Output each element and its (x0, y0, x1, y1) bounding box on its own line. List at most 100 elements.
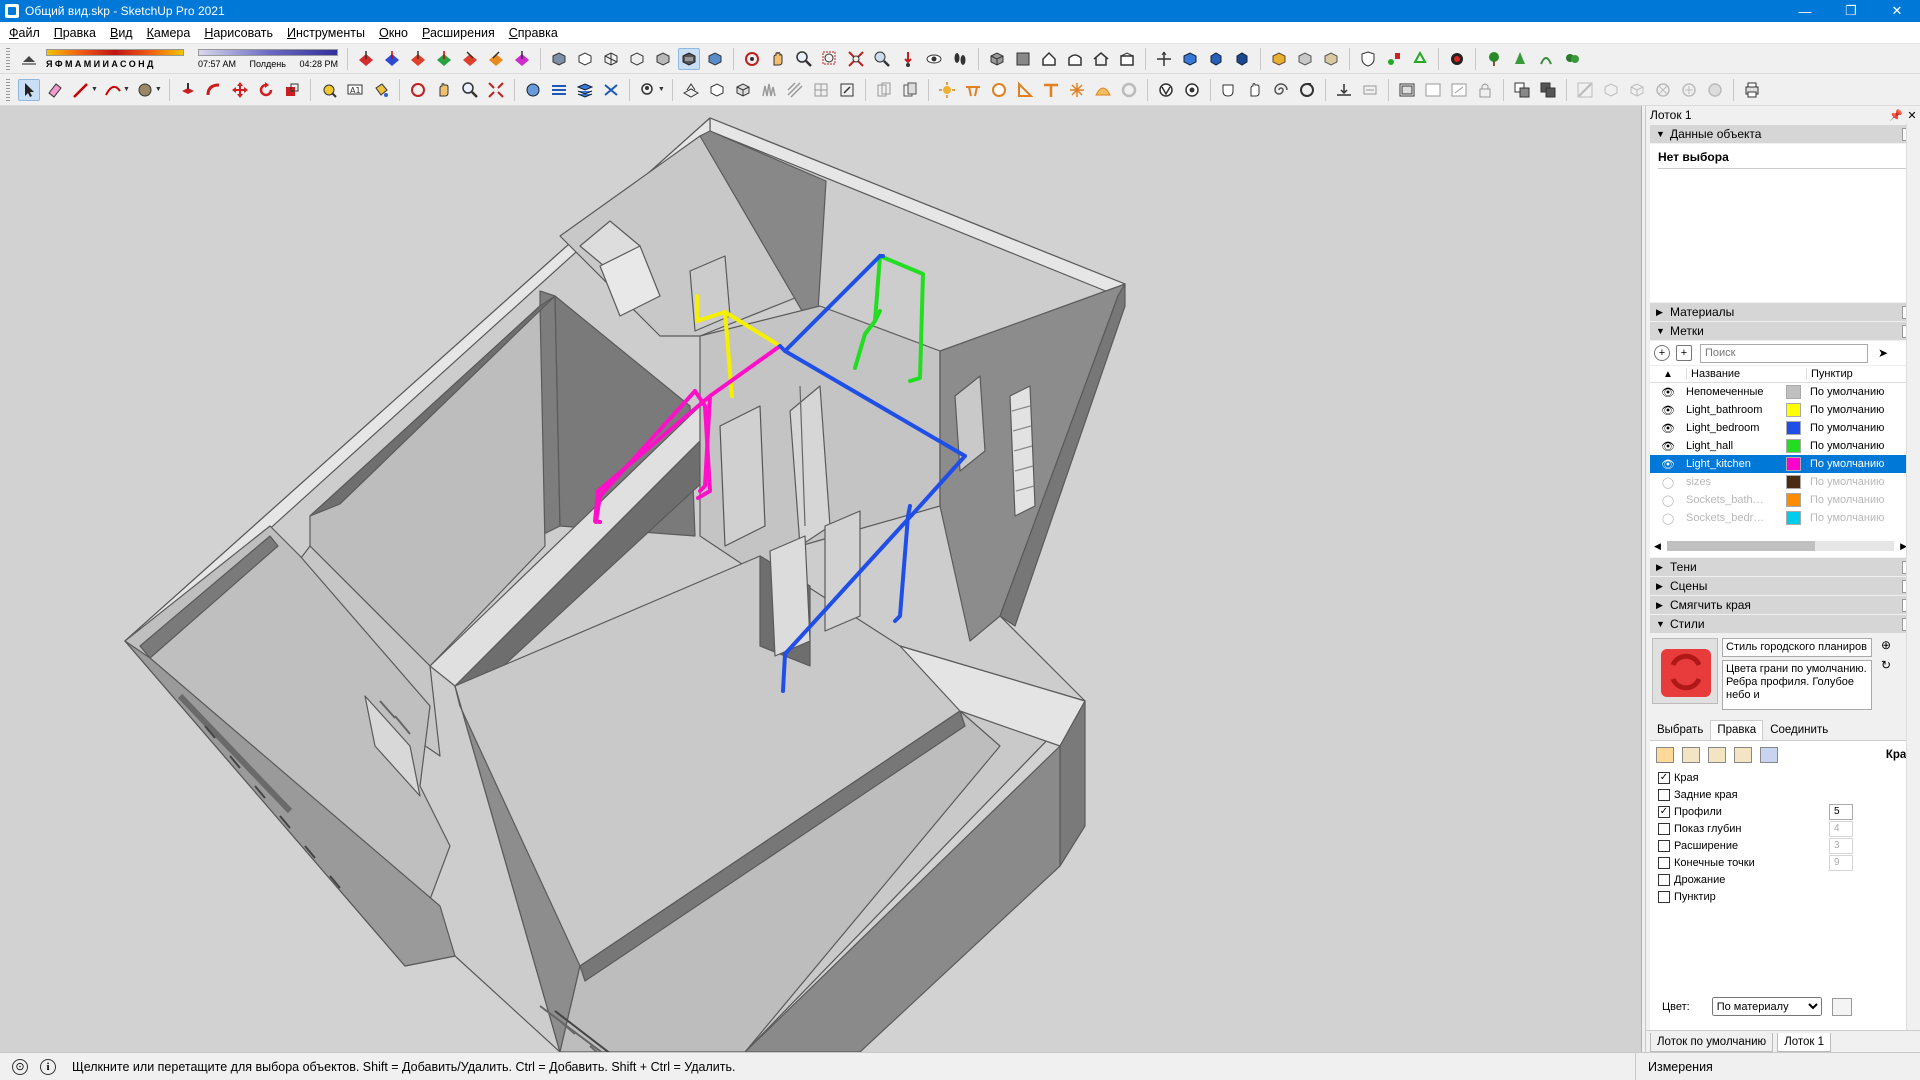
shadows-toggle-icon[interactable] (18, 48, 40, 70)
layers-blue-icon[interactable] (522, 79, 544, 101)
styles-header[interactable]: ▼ Стили ✕ (1650, 615, 1917, 633)
tag-dash[interactable]: По умолчанию (1810, 494, 1917, 506)
tag-color-swatch[interactable] (1786, 421, 1801, 435)
tag-dash[interactable]: По умолчанию (1810, 458, 1917, 470)
edge-option-checkbox[interactable] (1658, 856, 1670, 869)
edge-option-value[interactable]: 3 (1829, 837, 1853, 854)
profile-icon[interactable] (637, 79, 659, 101)
menu-help[interactable]: Справка (502, 22, 565, 44)
shadow-time-slider[interactable]: 07:57 AM Полдень 04:28 PM (198, 46, 338, 69)
tag-name[interactable]: sizes (1686, 476, 1782, 488)
edge-option-checkbox[interactable] (1658, 839, 1670, 852)
tray-vertical-scrollbar[interactable] (1906, 124, 1920, 1030)
edge-option-value[interactable]: 4 (1829, 820, 1853, 837)
rotate-view-icon[interactable] (1296, 79, 1318, 101)
circle-gray-3-icon[interactable] (1704, 79, 1726, 101)
zoom-selection-icon[interactable] (871, 48, 893, 70)
align-2-icon[interactable] (1359, 79, 1381, 101)
eye-hidden-icon[interactable]: ◯ (1650, 494, 1686, 507)
t-shape-icon[interactable] (1040, 79, 1062, 101)
tab-edit[interactable]: Правка (1710, 720, 1764, 740)
front-view-icon[interactable] (1038, 48, 1060, 70)
toolbar-grip[interactable] (6, 47, 10, 70)
tags-stripe-icon[interactable] (600, 79, 622, 101)
warehouse-icon[interactable] (1268, 48, 1290, 70)
edge-option-checkbox[interactable]: ✓ (1658, 771, 1670, 784)
menu-window[interactable]: Окно (372, 22, 415, 44)
tags-horizontal-scrollbar[interactable]: ◀ ▶ (1654, 539, 1907, 553)
eye-icon[interactable]: 👁 (1650, 440, 1686, 453)
eye-icon[interactable]: 👁 (1650, 404, 1686, 417)
tag-row[interactable]: 👁 Непомеченные По умолчанию (1650, 383, 1917, 401)
left-view-icon[interactable] (1116, 48, 1138, 70)
walk-icon[interactable] (949, 48, 971, 70)
edge-option-checkbox[interactable] (1658, 822, 1670, 835)
soften-edges-header[interactable]: ▶ Смягчить края ✕ (1650, 596, 1917, 614)
tree-2-icon[interactable] (1509, 48, 1531, 70)
tag-color-swatch[interactable] (1786, 493, 1801, 507)
xray-icon[interactable] (548, 48, 570, 70)
cup-icon[interactable] (1218, 79, 1240, 101)
scenes-header[interactable]: ▶ Сцены ✕ (1650, 577, 1917, 595)
chevron-down-icon[interactable]: ▼ (91, 86, 98, 93)
move-tool-icon[interactable] (229, 79, 251, 101)
burst-icon[interactable] (1066, 79, 1088, 101)
model-drawing[interactable] (0, 106, 1642, 1052)
watermark-settings-icon[interactable] (1734, 747, 1752, 763)
tag-row[interactable]: ◯ Sockets_bath… По умолчанию (1650, 491, 1917, 509)
pan2-icon[interactable] (433, 79, 455, 101)
face-settings-icon[interactable] (1682, 747, 1700, 763)
tags-export-icon[interactable]: ➤ (1878, 346, 1888, 360)
minimize-button[interactable]: — (1782, 0, 1828, 22)
circle-gray-2-icon[interactable] (1678, 79, 1700, 101)
add-folder-icon[interactable]: + (1676, 345, 1692, 361)
edge-option-checkbox[interactable]: ✓ (1658, 805, 1670, 818)
share-model-icon[interactable] (1294, 48, 1316, 70)
modeling-settings-icon[interactable] (1760, 747, 1778, 763)
tape-measure-icon[interactable] (318, 79, 340, 101)
look-around-icon[interactable] (923, 48, 945, 70)
edge-option-value[interactable]: 5 (1829, 803, 1853, 820)
toolbar-grip[interactable] (6, 78, 10, 101)
back-view-icon[interactable] (1090, 48, 1112, 70)
scroll-left-icon[interactable]: ◀ (1654, 541, 1661, 552)
style-name-field[interactable]: Стиль городского планиров (1722, 638, 1872, 657)
extension-warehouse-icon[interactable] (1320, 48, 1342, 70)
section-plane-red-icon[interactable] (355, 48, 377, 70)
rotate-tool-icon[interactable] (255, 79, 277, 101)
tag-color-swatch[interactable] (1786, 511, 1801, 525)
select-tool-icon[interactable] (18, 78, 40, 101)
section-green-icon[interactable] (433, 48, 455, 70)
orbit2-icon[interactable] (407, 79, 429, 101)
eye-icon[interactable]: 👁 (1650, 386, 1686, 399)
recycle-icon[interactable] (1409, 48, 1431, 70)
menu-draw[interactable]: Нарисовать (197, 22, 280, 44)
tag-row[interactable]: 👁 Light_kitchen По умолчанию (1650, 455, 1917, 473)
shadows-header[interactable]: ▶ Тени ✕ (1650, 558, 1917, 576)
shield-icon[interactable] (1357, 48, 1379, 70)
grass-icon[interactable] (758, 79, 780, 101)
dome-icon[interactable] (1092, 79, 1114, 101)
eraser-icon[interactable] (44, 79, 66, 101)
edge-color-select[interactable]: По материалу (1711, 997, 1822, 1016)
window-2-icon[interactable] (1422, 79, 1444, 101)
cube-gray-1-icon[interactable] (1600, 79, 1622, 101)
sandbox-icon[interactable] (1383, 48, 1405, 70)
circle-orange-icon[interactable] (988, 79, 1010, 101)
tags-header[interactable]: ▼ Метки ✕ (1650, 322, 1917, 340)
box-1-icon[interactable] (706, 79, 728, 101)
geolocation-icon[interactable]: ⊙ (12, 1058, 28, 1075)
window-3-icon[interactable] (1448, 79, 1470, 101)
edge-option-checkbox[interactable] (1658, 873, 1670, 886)
hatch-icon[interactable] (784, 79, 806, 101)
cube-gray-2-icon[interactable] (1626, 79, 1648, 101)
section-red-icon[interactable] (407, 48, 429, 70)
model-viewport[interactable] (0, 106, 1642, 1052)
shape-tool-icon[interactable] (134, 79, 156, 101)
zoom-window-icon[interactable] (819, 48, 841, 70)
edit-gray-1-icon[interactable] (1574, 79, 1596, 101)
print-icon[interactable] (1741, 79, 1763, 101)
layers-stack-icon[interactable] (574, 79, 596, 101)
text-tool-icon[interactable]: A1 (344, 79, 366, 101)
wireframe-icon[interactable] (600, 48, 622, 70)
